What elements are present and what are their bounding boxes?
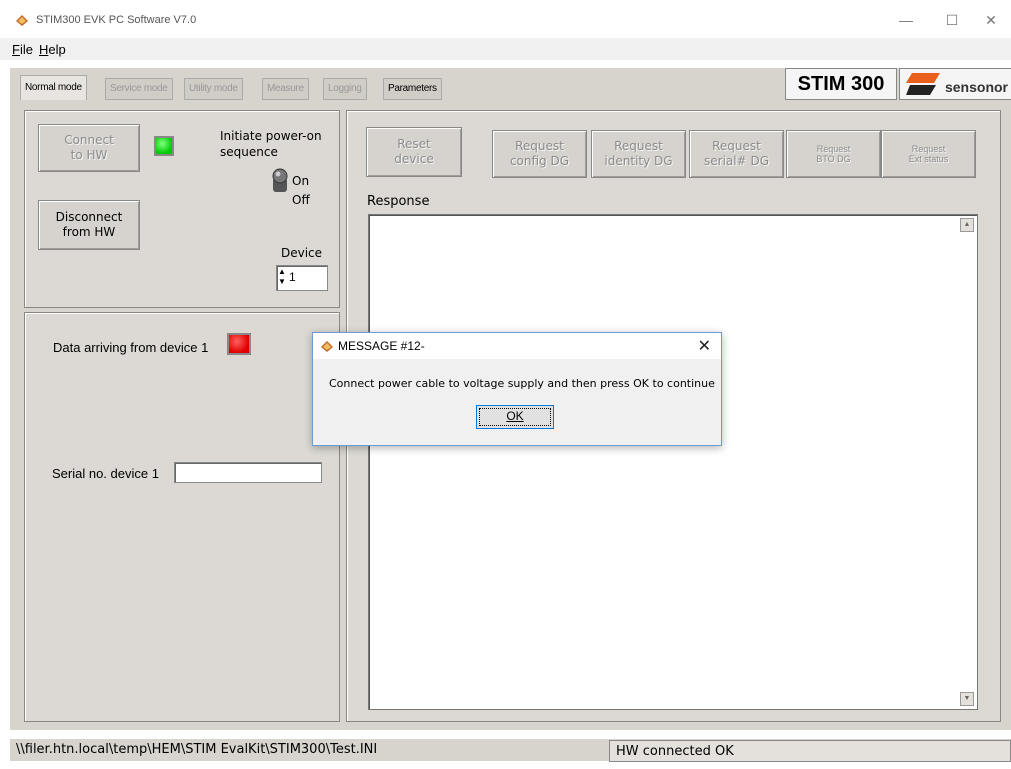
tab-service-mode[interactable]: Service mode xyxy=(105,78,173,100)
menu-file[interactable]: File xyxy=(12,42,33,57)
message-dialog: MESSAGE #12- ✕ Connect power cable to vo… xyxy=(312,332,722,446)
menu-help-accel: H xyxy=(39,42,49,57)
serial-number-field[interactable] xyxy=(174,462,322,483)
tab-measure[interactable]: Measure xyxy=(262,78,309,100)
menu-help-rest: elp xyxy=(48,42,66,57)
minimize-button[interactable]: — xyxy=(883,6,929,34)
reset-device-button[interactable]: Reset device xyxy=(366,127,462,177)
request-identity-dg-button[interactable]: Request identity DG xyxy=(591,130,686,178)
scroll-up-icon[interactable]: ▲ xyxy=(960,218,974,232)
disconnect-from-hw-button[interactable]: Disconnect from HW xyxy=(38,200,140,250)
connect-to-hw-button[interactable]: Connect to HW xyxy=(38,124,140,172)
data-panel xyxy=(24,312,340,722)
app-icon xyxy=(16,15,28,26)
dialog-ok-button[interactable]: OK xyxy=(476,405,554,429)
tab-utility-mode[interactable]: Utility mode xyxy=(184,78,243,100)
response-textarea[interactable] xyxy=(368,214,978,710)
request-config-dg-button[interactable]: Request config DG xyxy=(492,130,587,178)
dialog-message: Connect power cable to voltage supply an… xyxy=(329,377,715,390)
request-bto-dg-button[interactable]: Request BTO DG xyxy=(786,130,881,178)
spinner-arrows-icon[interactable]: ▲ ▼ xyxy=(278,267,286,287)
title-bar: STIM300 EVK PC Software V7.0 — ☐ ✕ xyxy=(0,0,1011,38)
close-button[interactable]: ✕ xyxy=(968,6,1011,34)
tab-logging[interactable]: Logging xyxy=(323,78,367,100)
device-label: Device xyxy=(281,246,323,260)
request-ext-status-button[interactable]: Request Ext status xyxy=(881,130,976,178)
dialog-close-icon[interactable]: ✕ xyxy=(698,336,711,356)
data-arriving-label: Data arriving from device 1 xyxy=(53,340,209,355)
sensonor-logo-icon xyxy=(906,73,940,95)
product-logo: STIM 300 xyxy=(785,68,897,100)
menu-file-rest: ile xyxy=(19,42,33,57)
tab-normal-mode[interactable]: Normal mode xyxy=(20,75,87,100)
dialog-title: MESSAGE #12- xyxy=(338,339,425,353)
window-title: STIM300 EVK PC Software V7.0 xyxy=(36,14,197,26)
dialog-title-bar: MESSAGE #12- ✕ xyxy=(313,333,721,359)
dialog-app-icon xyxy=(321,341,333,352)
company-name: sensonor xyxy=(944,79,1008,95)
off-label: Off xyxy=(292,193,310,207)
response-label: Response xyxy=(367,194,430,209)
request-serial-dg-button[interactable]: Request serial# DG xyxy=(689,130,784,178)
serial-label: Serial no. device 1 xyxy=(52,466,159,481)
power-toggle-switch[interactable] xyxy=(269,168,291,194)
device-value: 1 xyxy=(289,270,296,284)
power-on-label: Initiate power-on sequence xyxy=(220,129,322,159)
scroll-down-icon[interactable]: ▼ xyxy=(960,692,974,706)
device-spinner[interactable]: ▲ ▼ 1 xyxy=(276,265,328,291)
hw-status-text: HW connected OK xyxy=(616,744,734,759)
data-arriving-led xyxy=(227,333,251,355)
menu-bar: File Help xyxy=(0,38,1011,60)
hw-status-field: HW connected OK xyxy=(609,740,1011,762)
menu-help[interactable]: Help xyxy=(39,42,66,57)
menu-file-accel: F xyxy=(12,42,20,57)
tab-parameters[interactable]: Parameters xyxy=(383,78,442,100)
connection-led xyxy=(154,136,174,156)
ini-path-status: \\filer.htn.local\temp\HEM\STIM EvalKit\… xyxy=(16,742,378,757)
ok-focus-rect xyxy=(479,408,551,426)
on-label: On xyxy=(292,174,310,188)
company-logo: sensonor xyxy=(899,68,1011,100)
